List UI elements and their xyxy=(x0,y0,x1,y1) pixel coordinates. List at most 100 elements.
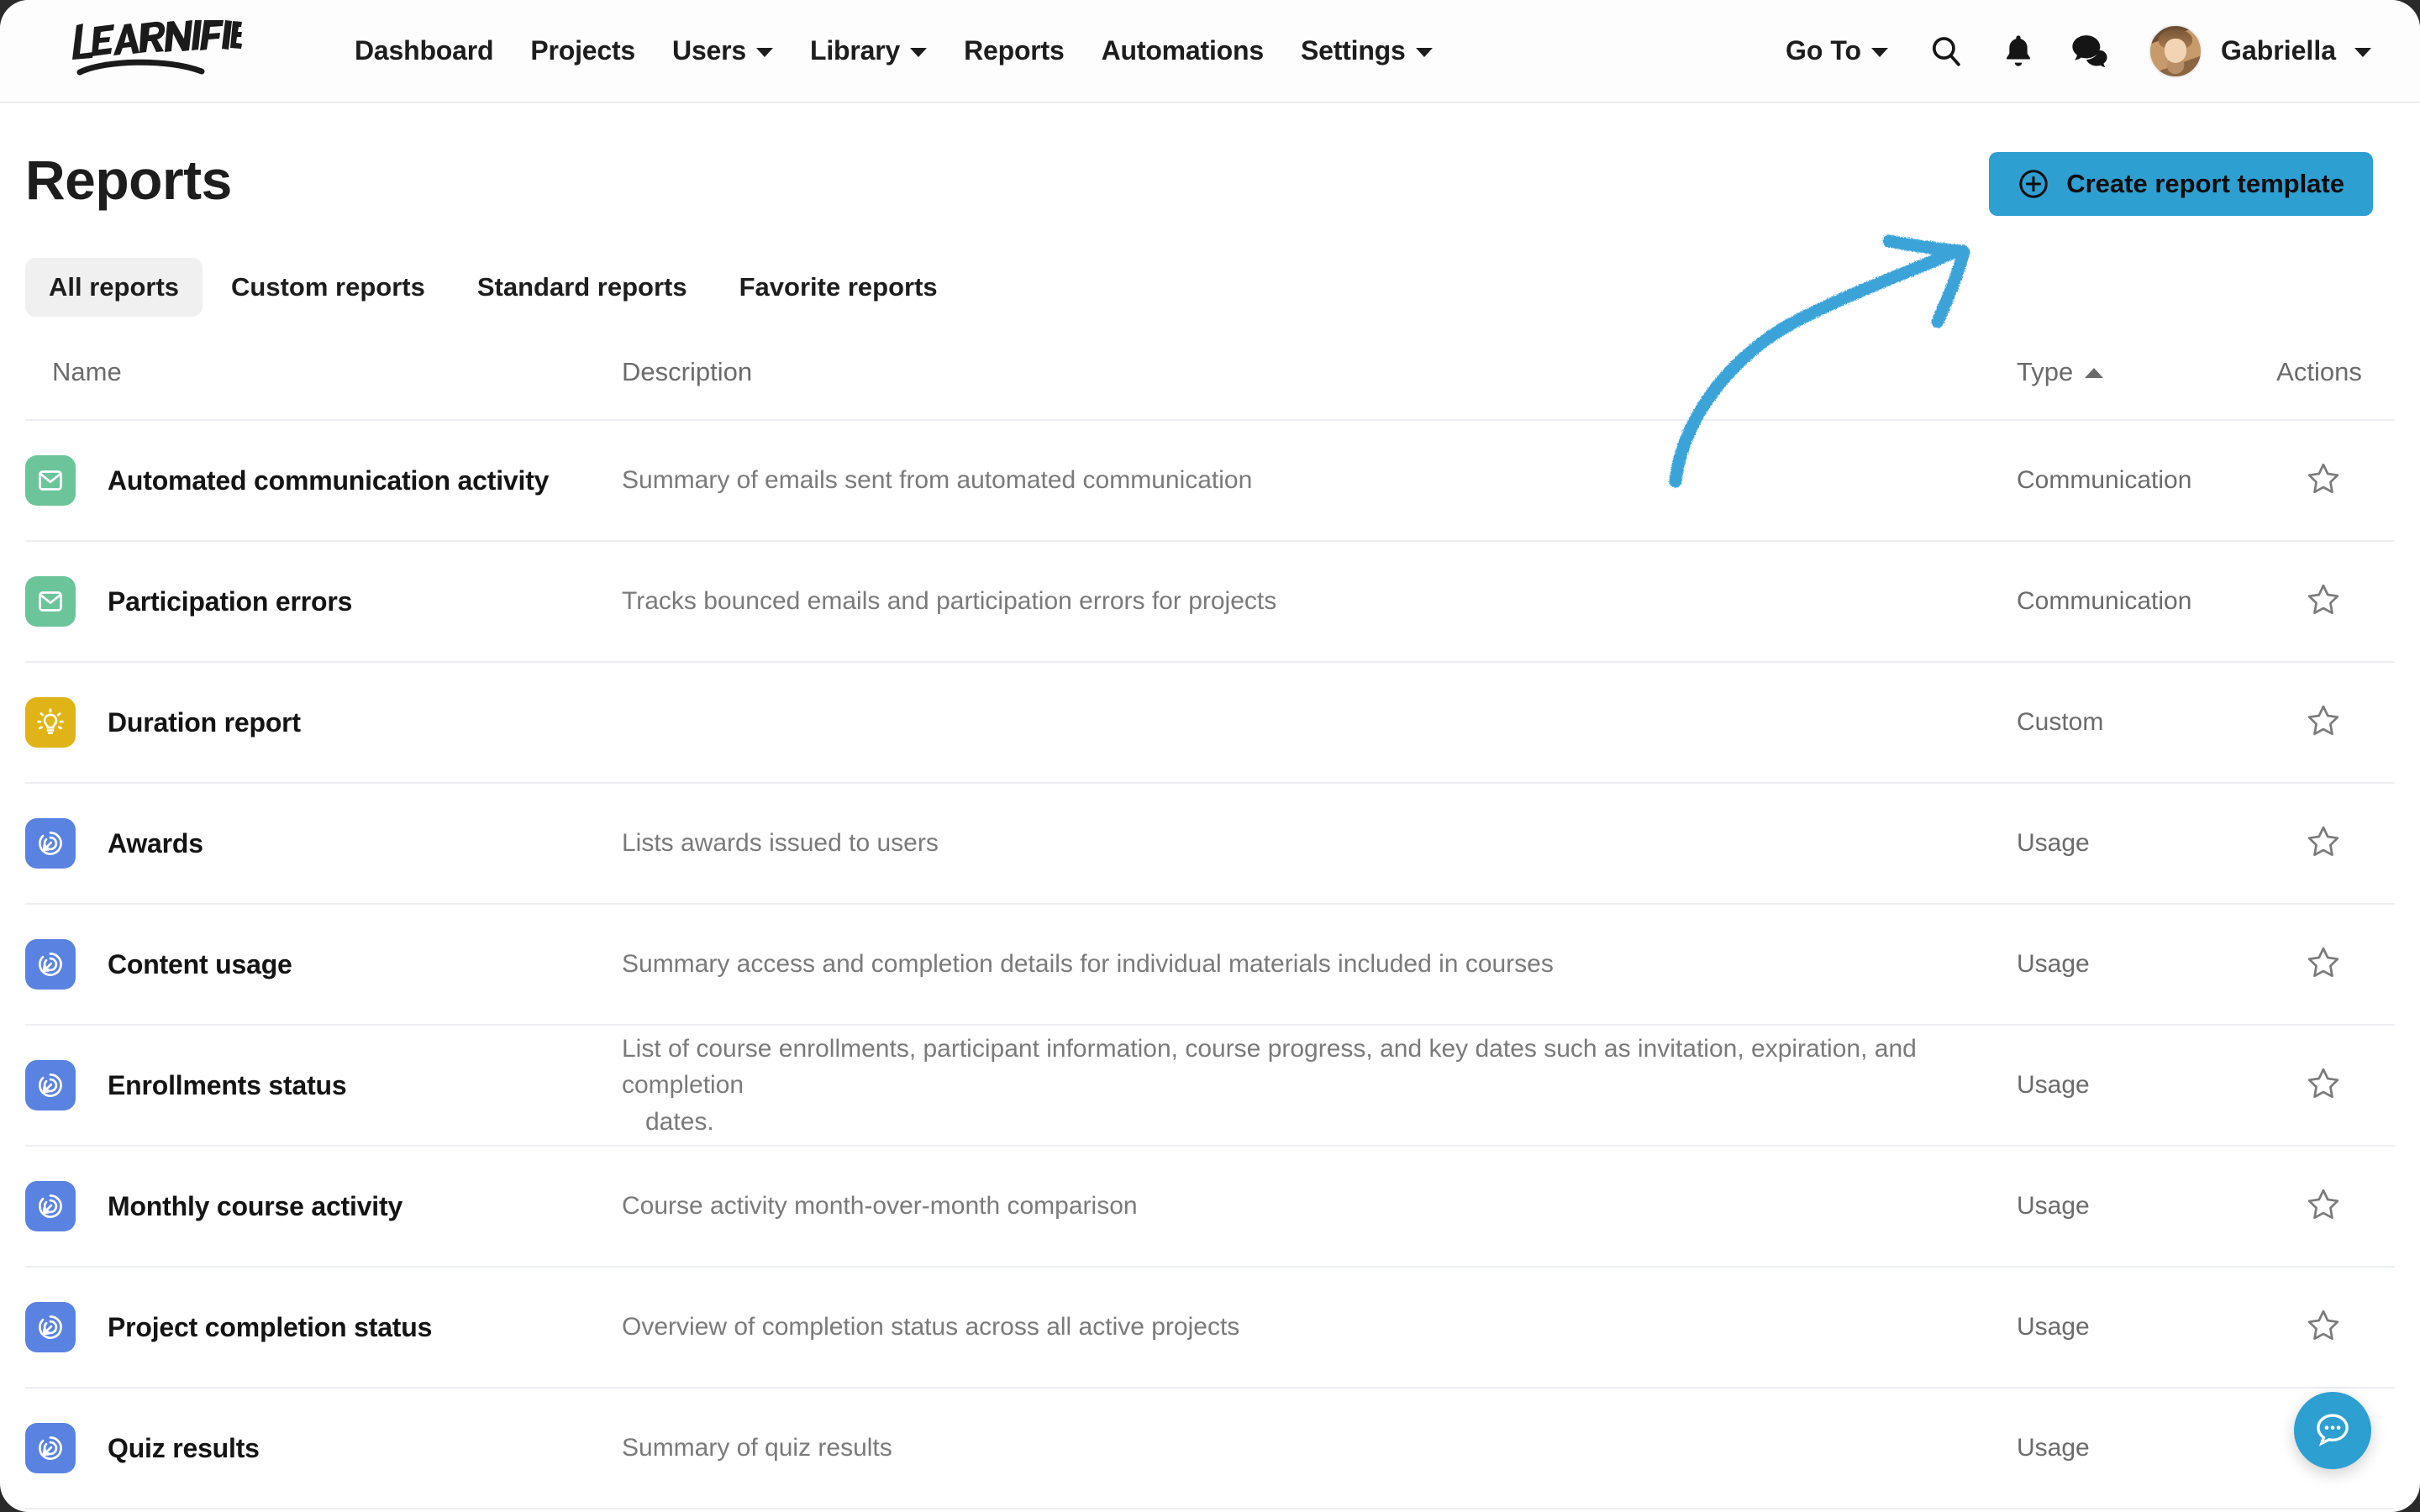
table-row[interactable]: Duration report Custom xyxy=(25,662,2395,784)
nav-item-dashboard[interactable]: Dashboard xyxy=(336,27,512,75)
bell-icon xyxy=(2006,34,2031,66)
favorite-star-icon xyxy=(2307,826,2339,856)
favorite-toggle[interactable] xyxy=(2305,823,2342,864)
report-type: Usage xyxy=(2017,950,2090,978)
reports-table-container: Name Description Type Actions Automated xyxy=(0,317,2420,1509)
report-name-cell: Participation errors xyxy=(25,541,622,663)
report-type-cell: Communication xyxy=(2017,541,2252,663)
page-header: Reports Create report template xyxy=(0,103,2420,216)
gauge-icon xyxy=(25,1181,76,1231)
column-header-name[interactable]: Name xyxy=(25,357,622,421)
report-type: Usage xyxy=(2017,1071,2090,1099)
table-row[interactable]: Content usage Summary access and completi… xyxy=(25,904,2395,1026)
column-header-description-label: Description xyxy=(622,357,753,386)
avatar xyxy=(2149,24,2203,78)
report-description-extra: dates. xyxy=(645,1107,714,1136)
user-menu[interactable]: Gabriella xyxy=(2127,18,2380,85)
favorite-star-icon xyxy=(2307,463,2339,493)
report-name-cell: Enrollments status xyxy=(25,1025,622,1147)
table-row[interactable]: Automated communication activity Summary … xyxy=(25,420,2395,542)
report-name-cell: Awards xyxy=(25,783,622,905)
nav-label: Dashboard xyxy=(355,35,494,66)
report-type-cell: Usage xyxy=(2017,1025,2252,1147)
column-header-type-label: Type xyxy=(2017,357,2074,386)
table-body: Automated communication activity Summary … xyxy=(25,420,2395,1509)
user-name: Gabriella xyxy=(2221,35,2336,66)
tab-all-reports[interactable]: All reports xyxy=(25,258,203,317)
favorite-star-icon xyxy=(2307,584,2339,614)
column-header-name-label: Name xyxy=(52,357,122,386)
report-description: Summary access and completion details fo… xyxy=(622,950,1554,979)
nav-item-reports[interactable]: Reports xyxy=(945,27,1083,75)
nav-item-automations[interactable]: Automations xyxy=(1083,27,1282,75)
report-name-cell: Automated communication activity xyxy=(25,420,622,542)
page-content: Reports Create report template All repor… xyxy=(0,103,2420,1509)
learnifier-logo[interactable] xyxy=(66,19,242,82)
table-row[interactable]: Monthly course activity Course activity m… xyxy=(25,1146,2395,1268)
tab-label: Favorite reports xyxy=(739,272,938,302)
report-name: Duration report xyxy=(108,706,301,738)
favorite-toggle[interactable] xyxy=(2305,1307,2342,1348)
nav-right-cluster: Go To Gabriella xyxy=(1764,15,2380,87)
nav-item-projects[interactable]: Projects xyxy=(512,27,654,75)
report-description-cell xyxy=(622,662,2017,784)
table-row[interactable]: Enrollments status List of course enrollm… xyxy=(25,1025,2395,1147)
app-window: Dashboard Projects Users Library Reports… xyxy=(0,0,2420,1512)
table-header-row: Name Description Type Actions xyxy=(25,357,2395,421)
notifications-button[interactable] xyxy=(1982,15,2054,87)
nav-item-users[interactable]: Users xyxy=(654,27,792,75)
report-type: Usage xyxy=(2017,1192,2090,1220)
gauge-icon xyxy=(25,1423,76,1473)
messages-button[interactable] xyxy=(2054,15,2127,87)
column-header-type[interactable]: Type xyxy=(2017,357,2252,421)
favorite-toggle[interactable] xyxy=(2305,1186,2342,1227)
report-description-cell: Summary of emails sent from automated co… xyxy=(622,420,2017,542)
tab-custom-reports[interactable]: Custom reports xyxy=(208,258,449,317)
favorite-toggle[interactable] xyxy=(2305,1065,2342,1106)
favorite-toggle[interactable] xyxy=(2305,460,2342,501)
report-name: Content usage xyxy=(108,948,292,979)
report-name: Participation errors xyxy=(108,585,353,617)
nav-item-library[interactable]: Library xyxy=(792,27,945,75)
table-row[interactable]: Participation errors Tracks bounced email… xyxy=(25,541,2395,663)
top-navigation-bar: Dashboard Projects Users Library Reports… xyxy=(0,0,2420,103)
create-report-template-button[interactable]: Create report template xyxy=(1989,152,2373,216)
goto-menu[interactable]: Go To xyxy=(1764,27,1910,75)
report-actions-cell xyxy=(2252,904,2395,1026)
report-description-cell: Summary access and completion details fo… xyxy=(622,904,2017,1026)
chevron-down-icon xyxy=(756,48,773,57)
report-actions-cell xyxy=(2252,1267,2395,1389)
search-button[interactable] xyxy=(1910,15,1982,87)
nav-item-settings[interactable]: Settings xyxy=(1282,27,1451,75)
main-nav-links: Dashboard Projects Users Library Reports… xyxy=(336,27,1451,75)
report-description: List of course enrollments, participant … xyxy=(622,1034,1917,1100)
report-actions-cell xyxy=(2252,783,2395,905)
nav-label: Reports xyxy=(964,35,1065,66)
report-type-cell: Usage xyxy=(2017,1146,2252,1268)
lightbulb-icon xyxy=(25,697,76,748)
report-description-cell: Tracks bounced emails and participation … xyxy=(622,541,2017,663)
table-row[interactable]: Awards Lists awards issued to users Usage xyxy=(25,783,2395,905)
gauge-icon xyxy=(25,1302,76,1352)
report-description: Summary of emails sent from automated co… xyxy=(622,466,1253,495)
favorite-toggle[interactable] xyxy=(2305,702,2342,743)
table-row[interactable]: Project completion status Overview of com… xyxy=(25,1267,2395,1389)
nav-label: Users xyxy=(672,35,746,66)
tab-label: Custom reports xyxy=(231,272,425,302)
gauge-icon xyxy=(25,1060,76,1110)
chat-support-button[interactable] xyxy=(2294,1392,2371,1469)
report-filter-tabs: All reports Custom reports Standard repo… xyxy=(0,216,2420,317)
favorite-star-icon xyxy=(2307,1189,2339,1219)
column-header-description[interactable]: Description xyxy=(622,357,2017,421)
report-type: Usage xyxy=(2017,829,2090,857)
report-name-cell: Project completion status xyxy=(25,1267,622,1389)
report-name-cell: Quiz results xyxy=(25,1388,622,1509)
tab-favorite-reports[interactable]: Favorite reports xyxy=(716,258,961,317)
nav-label: Library xyxy=(810,35,901,66)
favorite-toggle[interactable] xyxy=(2305,581,2342,622)
report-type: Communication xyxy=(2017,587,2192,615)
envelope-icon xyxy=(25,455,76,506)
tab-standard-reports[interactable]: Standard reports xyxy=(454,258,711,317)
table-row[interactable]: Quiz results Summary of quiz results Usage xyxy=(25,1388,2395,1509)
favorite-toggle[interactable] xyxy=(2305,944,2342,985)
